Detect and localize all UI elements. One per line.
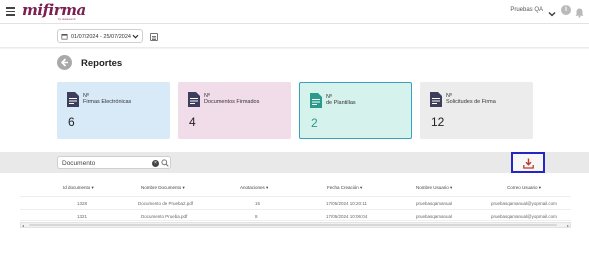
card-label: Solicitudes de Firma xyxy=(446,99,496,105)
card-plantillas[interactable]: Nº de Plantillas 2 xyxy=(299,82,412,139)
bell-icon[interactable] xyxy=(575,5,584,23)
column-header-correo-usuario[interactable]: Correo Usuario ▾ xyxy=(507,185,541,191)
search-input[interactable]: Documento × xyxy=(57,156,171,169)
card-solicitudes-de-firma[interactable]: Nº Solicitudes de Firma 12 xyxy=(420,82,533,139)
card-label: Documentos Firmados xyxy=(204,99,260,105)
document-icon xyxy=(188,92,200,112)
table-header-row: Id documento ▾ Nombre Documento ▾ Anotac… xyxy=(20,183,571,193)
card-label: de Plantillas xyxy=(326,100,356,106)
download-button[interactable] xyxy=(511,152,545,173)
hamburger-menu-icon[interactable] xyxy=(6,7,15,16)
date-range-picker[interactable]: 01/07/2024 - 25/07/2024 xyxy=(57,29,143,43)
column-header-nombre-documento[interactable]: Nombre Documento ▾ xyxy=(141,185,185,191)
chevron-down-icon[interactable] xyxy=(132,33,139,42)
main-content: Reportes Nº Firmas Electrónicas 6 Nº Doc… xyxy=(0,49,589,152)
column-header-nombre-usuario[interactable]: Nombre Usuario ▾ xyxy=(416,185,452,191)
logo: mifirma xyxy=(22,1,86,19)
calendar-icon xyxy=(61,33,68,42)
card-value: 6 xyxy=(68,115,75,129)
clear-filter-icon[interactable] xyxy=(150,33,158,41)
search-input-value[interactable]: Documento xyxy=(62,160,95,167)
top-bar: mifirma by alaskasoft Pruebas QA i xyxy=(0,0,589,24)
search-bar: Documento × xyxy=(0,152,589,173)
search-icon[interactable] xyxy=(161,159,169,169)
download-icon xyxy=(523,158,534,169)
back-button[interactable] xyxy=(57,55,72,70)
column-header-fecha-creacion[interactable]: Fecha Creación ▾ xyxy=(327,185,362,191)
date-range-value: 01/07/2024 - 25/07/2024 xyxy=(71,33,131,40)
table-row[interactable]: 1321 Documento Prueba.pdf 8 17/05/2024 1… xyxy=(20,209,571,221)
info-icon[interactable]: i xyxy=(561,5,571,15)
scroll-left-icon[interactable]: ◂ xyxy=(22,223,24,228)
document-icon xyxy=(67,92,79,112)
column-header-anotaciones[interactable]: Anotaciones ▾ xyxy=(240,185,268,191)
reports-table: Id documento ▾ Nombre Documento ▾ Anotac… xyxy=(0,173,589,256)
page-title: Reportes xyxy=(81,58,123,69)
card-label: Firmas Electrónicas xyxy=(83,99,132,105)
card-value: 2 xyxy=(311,116,318,130)
card-documentos-firmados[interactable]: Nº Documentos Firmados 4 xyxy=(178,82,291,139)
date-filter-bar: 01/07/2024 - 25/07/2024 xyxy=(0,24,589,48)
user-name[interactable]: Pruebas QA xyxy=(510,7,543,13)
scrollbar-thumb[interactable] xyxy=(29,224,557,226)
card-value: 12 xyxy=(431,115,445,129)
chevron-down-icon[interactable] xyxy=(548,5,556,23)
clear-search-icon[interactable]: × xyxy=(152,159,159,167)
arrow-left-icon xyxy=(60,58,68,67)
scroll-right-icon[interactable]: ▸ xyxy=(567,223,569,228)
logo-subtext: by alaskasoft xyxy=(58,17,76,21)
document-icon xyxy=(310,93,322,113)
column-header-id-documento[interactable]: Id documento ▾ xyxy=(63,185,94,191)
document-icon xyxy=(430,92,442,112)
horizontal-scrollbar[interactable]: ◂ ▸ xyxy=(20,222,571,228)
card-firmas-electronicas[interactable]: Nº Firmas Electrónicas 6 xyxy=(57,82,170,139)
card-value: 4 xyxy=(189,115,196,129)
table-row[interactable]: 1328 Documento de Prueba2.pdf 15 17/05/2… xyxy=(20,196,571,208)
